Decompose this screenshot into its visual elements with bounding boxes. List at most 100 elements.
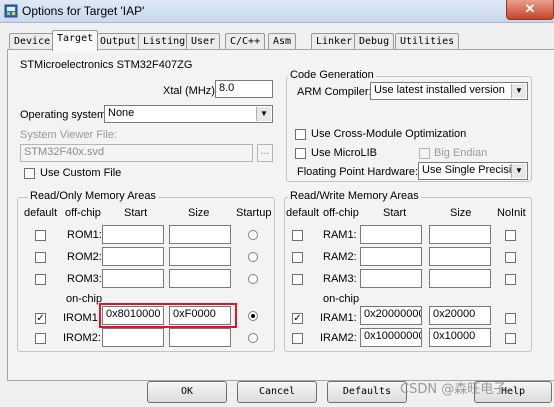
iram1-default-checkbox[interactable]: ✓	[292, 313, 303, 324]
rom-header-default: default	[24, 207, 58, 219]
ram3-start-input[interactable]	[360, 269, 422, 288]
ram2-size-input[interactable]	[429, 247, 491, 266]
tab-listing[interactable]: Listing	[138, 33, 191, 50]
chevron-down-icon: ▼	[256, 107, 271, 121]
rom3-start-input[interactable]	[102, 269, 164, 288]
rom2-start-input[interactable]	[102, 247, 164, 266]
ram1-noinit-checkbox[interactable]	[505, 230, 516, 241]
rom-header-offchip: off-chip	[65, 207, 101, 219]
irom2-default-checkbox[interactable]	[35, 333, 46, 344]
ram3-size-input[interactable]	[429, 269, 491, 288]
rom3-startup-radio[interactable]	[248, 274, 258, 284]
rom2-size-input[interactable]	[169, 247, 231, 266]
ram-header-offchip: off-chip	[323, 207, 359, 219]
device-name: STMicroelectronics STM32F407ZG	[20, 59, 193, 71]
cancel-button[interactable]: Cancel	[237, 381, 317, 403]
use-custom-file-label: Use Custom File	[40, 167, 122, 179]
rom-header-size: Size	[188, 207, 210, 219]
rom1-start-input[interactable]	[102, 225, 164, 244]
xtal-input[interactable]: 8.0	[215, 80, 273, 98]
iram1-start-input[interactable]: 0x20000000	[360, 306, 422, 325]
ram1-default-checkbox[interactable]	[292, 230, 303, 241]
tab-linker[interactable]: Linker	[311, 33, 358, 50]
tab-user[interactable]: User	[186, 33, 221, 50]
code-generation-title: Code Generation	[288, 69, 376, 81]
iram2-noinit-checkbox[interactable]	[505, 333, 516, 344]
ok-button[interactable]: OK	[147, 381, 227, 403]
tab-utilities[interactable]: Utilities	[395, 33, 460, 50]
title-bar: Options for Target 'IAP' ✕	[0, 0, 554, 23]
fpu-value: Use Single Precision	[422, 164, 524, 176]
uvision-app-icon	[4, 4, 18, 18]
ram-header-start: Start	[383, 207, 407, 219]
checkmark-icon: ✓	[36, 313, 45, 324]
irom2-start-input[interactable]	[102, 328, 164, 347]
iram2-label: IRAM2:	[320, 332, 357, 344]
ram2-default-checkbox[interactable]	[292, 252, 303, 263]
arm-compiler-value: Use latest installed version	[374, 84, 505, 96]
ram-header-default: default	[286, 207, 320, 219]
xtal-label: Xtal (MHz):	[163, 85, 218, 97]
ram1-label: RAM1:	[323, 229, 357, 241]
iram1-label: IRAM1:	[320, 312, 357, 324]
big-endian-label: Big Endian	[434, 147, 488, 159]
tab-target[interactable]: Target	[52, 30, 99, 51]
rom1-default-checkbox[interactable]	[35, 230, 46, 241]
tab-asm[interactable]: Asm	[268, 33, 297, 50]
ram-onchip-label: on-chip	[323, 293, 360, 305]
iram2-default-checkbox[interactable]	[292, 333, 303, 344]
rom3-size-input[interactable]	[169, 269, 231, 288]
ram-areas-title: Read/Write Memory Areas	[288, 190, 421, 202]
use-custom-file-checkbox[interactable]	[24, 168, 35, 179]
iram1-noinit-checkbox[interactable]	[505, 313, 516, 324]
tab-device[interactable]: Device	[9, 33, 56, 50]
ram3-default-checkbox[interactable]	[292, 274, 303, 285]
rom2-startup-radio[interactable]	[248, 252, 258, 262]
ram1-size-input[interactable]	[429, 225, 491, 244]
arm-compiler-label: ARM Compiler:	[297, 86, 372, 98]
iram2-size-input[interactable]: 0x10000	[429, 328, 491, 347]
big-endian-checkbox[interactable]	[419, 148, 430, 159]
rom1-size-input[interactable]	[169, 225, 231, 244]
os-select[interactable]: None ▼	[104, 105, 273, 123]
chevron-down-icon: ▼	[511, 164, 526, 178]
fpu-label: Floating Point Hardware:	[297, 166, 419, 178]
cross-module-checkbox[interactable]	[295, 129, 306, 140]
irom2-startup-radio[interactable]	[248, 333, 258, 343]
irom2-size-input[interactable]	[169, 328, 231, 347]
ram1-start-input[interactable]	[360, 225, 422, 244]
close-button[interactable]: ✕	[506, 0, 554, 20]
microlib-label: Use MicroLIB	[311, 147, 378, 159]
irom1-label: IROM1:	[63, 312, 101, 324]
rom1-startup-radio[interactable]	[248, 230, 258, 240]
ram2-label: RAM2:	[323, 251, 357, 263]
rom-areas-title: Read/Only Memory Areas	[28, 190, 158, 202]
ram-header-size: Size	[450, 207, 472, 219]
arm-compiler-select[interactable]: Use latest installed version ▼	[370, 82, 528, 100]
iram2-start-input[interactable]: 0x10000000	[360, 328, 422, 347]
cross-module-label: Use Cross-Module Optimization	[311, 128, 467, 140]
os-select-value: None	[108, 107, 135, 119]
svd-input[interactable]: STM32F40x.svd	[20, 144, 253, 162]
irom1-startup-radio[interactable]	[248, 311, 258, 321]
microlib-checkbox[interactable]	[295, 148, 306, 159]
rom2-label: ROM2:	[67, 251, 102, 263]
ram2-noinit-checkbox[interactable]	[505, 252, 516, 263]
irom2-label: IROM2:	[63, 332, 101, 344]
iram1-size-input[interactable]: 0x20000	[429, 306, 491, 325]
rom-header-startup: Startup	[236, 207, 272, 219]
irom1-default-checkbox[interactable]: ✓	[35, 313, 46, 324]
tab-output[interactable]: Output	[95, 33, 142, 50]
window-title: Options for Target 'IAP'	[22, 4, 145, 18]
ram-header-noinit: NoInit	[497, 207, 526, 219]
highlight-box	[99, 303, 237, 328]
tab-debug[interactable]: Debug	[354, 33, 395, 50]
fpu-select[interactable]: Use Single Precision ▼	[418, 162, 528, 180]
rom2-default-checkbox[interactable]	[35, 252, 46, 263]
tab-c-cpp[interactable]: C/C++	[225, 33, 266, 50]
defaults-button[interactable]: Defaults	[327, 381, 407, 403]
rom3-default-checkbox[interactable]	[35, 274, 46, 285]
svd-browse-button[interactable]: ...	[257, 144, 273, 162]
ram2-start-input[interactable]	[360, 247, 422, 266]
ram3-noinit-checkbox[interactable]	[505, 274, 516, 285]
